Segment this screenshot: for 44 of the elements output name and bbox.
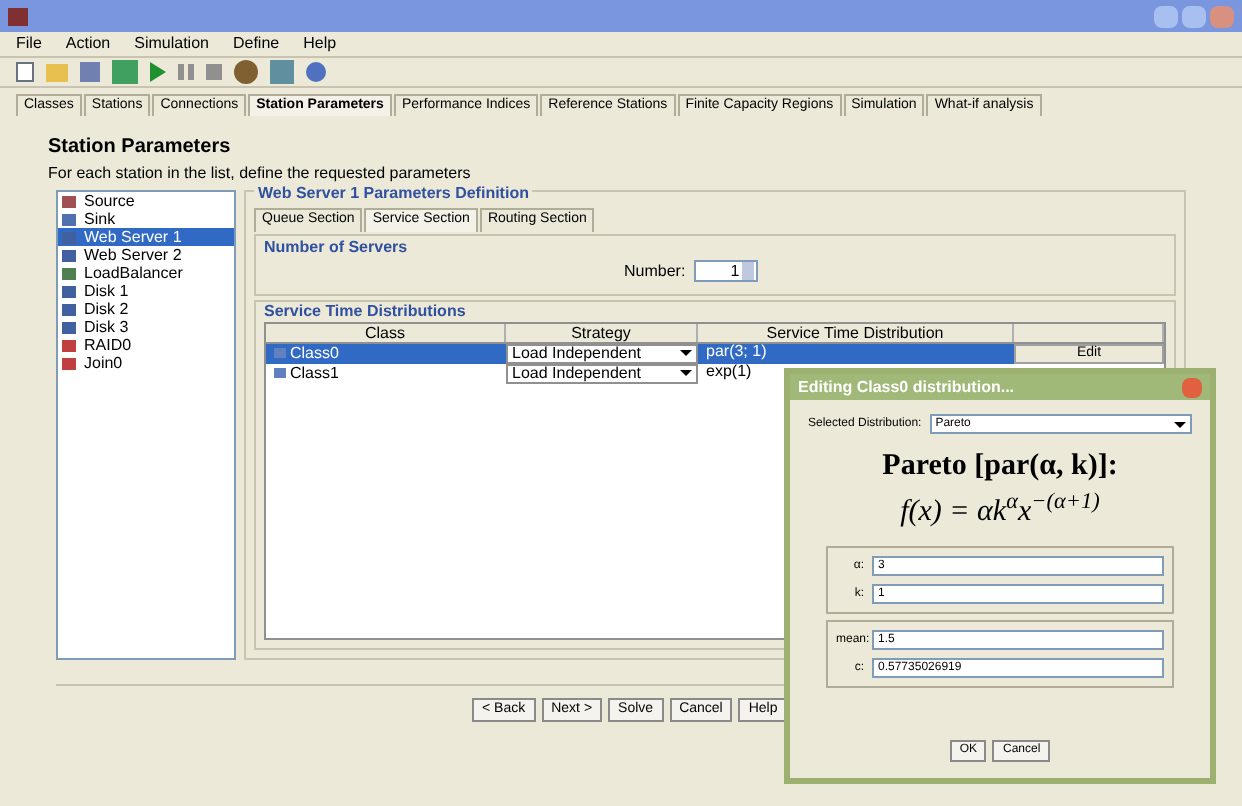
station-item[interactable]: Web Server 1 <box>58 228 234 246</box>
menu-item[interactable]: Help <box>303 32 337 56</box>
station-item[interactable]: Disk 3 <box>58 318 234 336</box>
dropdown-arrow-icon <box>680 370 692 376</box>
close-icon[interactable] <box>1210 5 1234 27</box>
station-item[interactable]: Source <box>58 192 234 210</box>
dialog-title: Editing Class0 distribution... <box>798 375 1015 399</box>
strategy-select[interactable]: Load Independent <box>506 343 698 363</box>
group-title: Number of Servers <box>264 235 410 259</box>
station-item[interactable]: RAID0 <box>58 336 234 354</box>
station-item[interactable]: LoadBalancer <box>58 264 234 282</box>
station-item[interactable]: Disk 1 <box>58 282 234 300</box>
close-icon[interactable] <box>1182 377 1202 397</box>
play-icon[interactable] <box>150 62 166 82</box>
station-item[interactable]: Sink <box>58 210 234 228</box>
menu-item[interactable]: Simulation <box>134 32 209 56</box>
pause-icon[interactable] <box>178 64 194 80</box>
table-cell: Class1 <box>266 363 506 383</box>
station-item[interactable]: Disk 2 <box>58 300 234 318</box>
section-description: For each station in the list, define the requested parameters <box>48 162 473 186</box>
app-icon <box>8 7 28 25</box>
dropdown-arrow-icon <box>680 350 692 356</box>
table-cell: Class0 <box>266 343 506 363</box>
number-label: Number: <box>624 259 686 283</box>
menu-item[interactable]: Action <box>65 32 111 56</box>
column-header: Class <box>266 323 506 341</box>
station-item[interactable]: Web Server 2 <box>58 246 234 264</box>
dropdown-arrow-icon <box>1174 421 1186 427</box>
column-header: Service Time Distribution <box>698 323 1014 341</box>
menu-item[interactable]: File <box>16 32 42 56</box>
formula-title: Pareto [par(α, k)]: <box>880 448 1120 486</box>
spinner-arrows-icon[interactable] <box>741 262 754 280</box>
table-cell-text: par(3; 1) <box>704 343 769 359</box>
new-file-icon[interactable] <box>16 62 34 82</box>
number-spinner[interactable]: 1 <box>693 260 758 282</box>
group-title: Service Time Distributions <box>264 301 468 321</box>
column-header: Strategy <box>506 323 698 341</box>
strategy-select[interactable]: Load Independent <box>506 363 698 383</box>
stop-icon[interactable] <box>206 64 222 80</box>
table-cell-text: exp(1) <box>704 363 754 379</box>
station-item[interactable]: Join0 <box>58 354 234 372</box>
formula: f(x) = αk$^{α}$x$^{−(α+1)}$ <box>898 489 1102 531</box>
section-heading: Station Parameters <box>48 134 233 162</box>
menu-item[interactable]: Define <box>232 32 280 56</box>
